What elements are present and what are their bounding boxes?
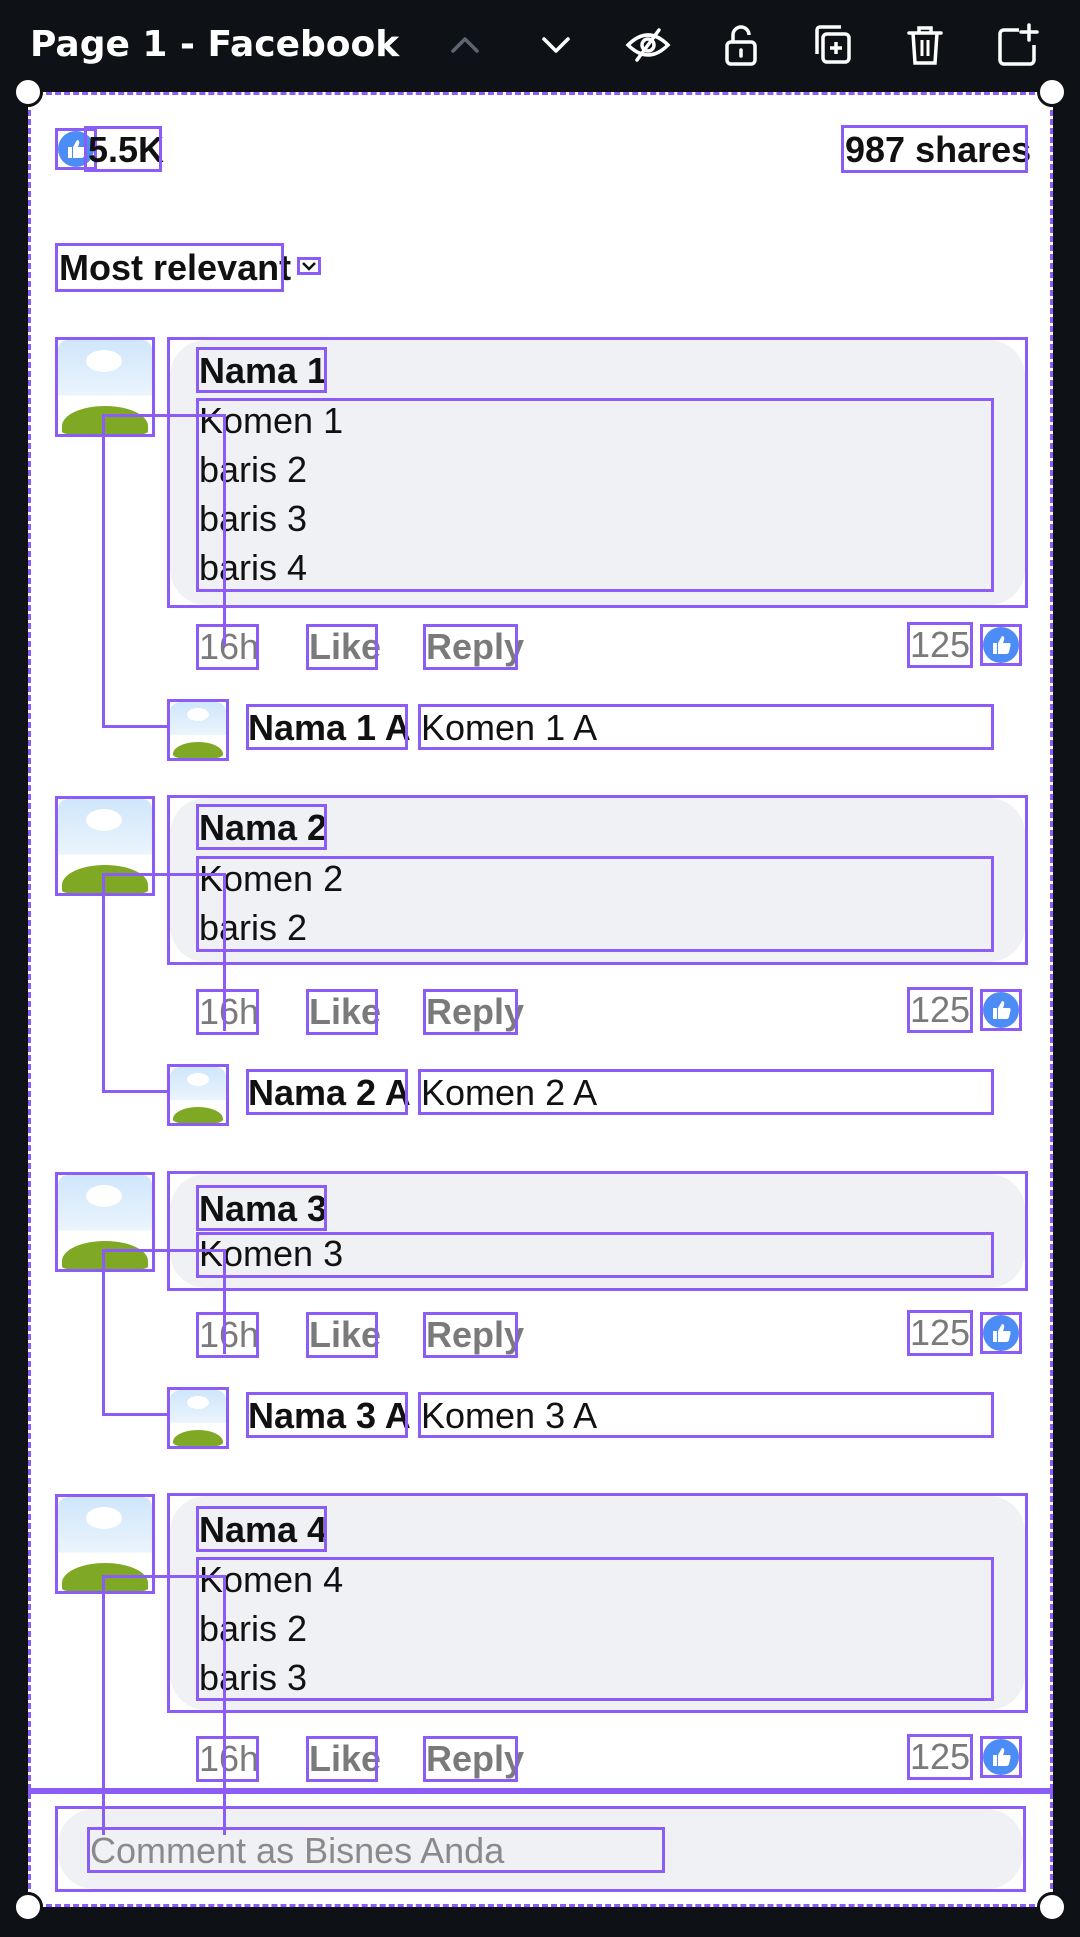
selection-box (907, 987, 973, 1033)
chevron-down-icon[interactable] (297, 257, 321, 275)
selection-box (196, 1232, 994, 1278)
share-icon[interactable] (992, 20, 1042, 70)
selection-box (167, 699, 229, 761)
selection-box (306, 1312, 378, 1358)
selection-box (167, 1064, 229, 1126)
selection-box (223, 1249, 226, 1354)
selection-box (196, 398, 994, 592)
selection-box (223, 1575, 226, 1835)
trash-icon[interactable] (900, 20, 950, 70)
selection-box (418, 704, 994, 750)
selection-box (980, 989, 1022, 1031)
selection-box (306, 989, 378, 1035)
resize-handle-bottom-left[interactable] (13, 1892, 43, 1922)
selection-box (196, 856, 994, 952)
selection-box (418, 1069, 994, 1115)
chevron-up-icon[interactable] (440, 20, 490, 70)
selection-box (980, 624, 1022, 666)
selection-box (423, 989, 518, 1035)
selection-box (196, 1185, 327, 1231)
resize-handle-top-left[interactable] (13, 77, 43, 107)
resize-handle-top-right[interactable] (1037, 77, 1067, 107)
resize-handle-bottom-right[interactable] (1037, 1892, 1067, 1922)
selection-box (423, 1736, 518, 1782)
thread-connector (102, 1575, 226, 1835)
selection-box (196, 1506, 327, 1552)
page-title: Page 1 - Facebook (30, 24, 400, 65)
selection-box (423, 1312, 518, 1358)
selection-box (55, 243, 284, 292)
selection-box (980, 1312, 1022, 1354)
selection-box (196, 989, 259, 1035)
unlock-icon[interactable] (716, 20, 766, 70)
selection-box (246, 1392, 408, 1438)
thread-connector (102, 873, 174, 1093)
selection-box (306, 1736, 378, 1782)
design-canvas[interactable]: 5.5K 987 shares Most relevant Nama 1 Kom… (28, 92, 1053, 1907)
editor-topbar: Page 1 - Facebook (0, 0, 1080, 90)
selection-box (102, 1249, 226, 1259)
selection-box (196, 804, 327, 850)
thread-connector (102, 414, 174, 728)
selection-box (246, 1069, 408, 1115)
selection-box (423, 624, 518, 670)
selection-box (907, 1310, 973, 1356)
selection-box (907, 622, 973, 668)
selection-box (196, 1312, 259, 1358)
chevron-down-icon[interactable] (531, 20, 581, 70)
selection-box (223, 414, 226, 646)
selection-box (102, 414, 226, 424)
selection-box (907, 1734, 973, 1780)
selection-box (196, 624, 259, 670)
selection-box (246, 704, 408, 750)
thread-connector (102, 1249, 174, 1416)
selection-box (167, 1387, 229, 1449)
selection-box (306, 624, 378, 670)
hide-icon[interactable] (623, 20, 673, 70)
selection-box (841, 125, 1028, 173)
selection-box (418, 1392, 994, 1438)
selection-box (84, 126, 162, 172)
duplicate-icon[interactable] (808, 20, 858, 70)
selection-box (196, 347, 327, 393)
selection-box (980, 1736, 1022, 1778)
selection-box (223, 873, 226, 1031)
selection-box (102, 873, 226, 883)
selection-box (196, 1557, 994, 1701)
